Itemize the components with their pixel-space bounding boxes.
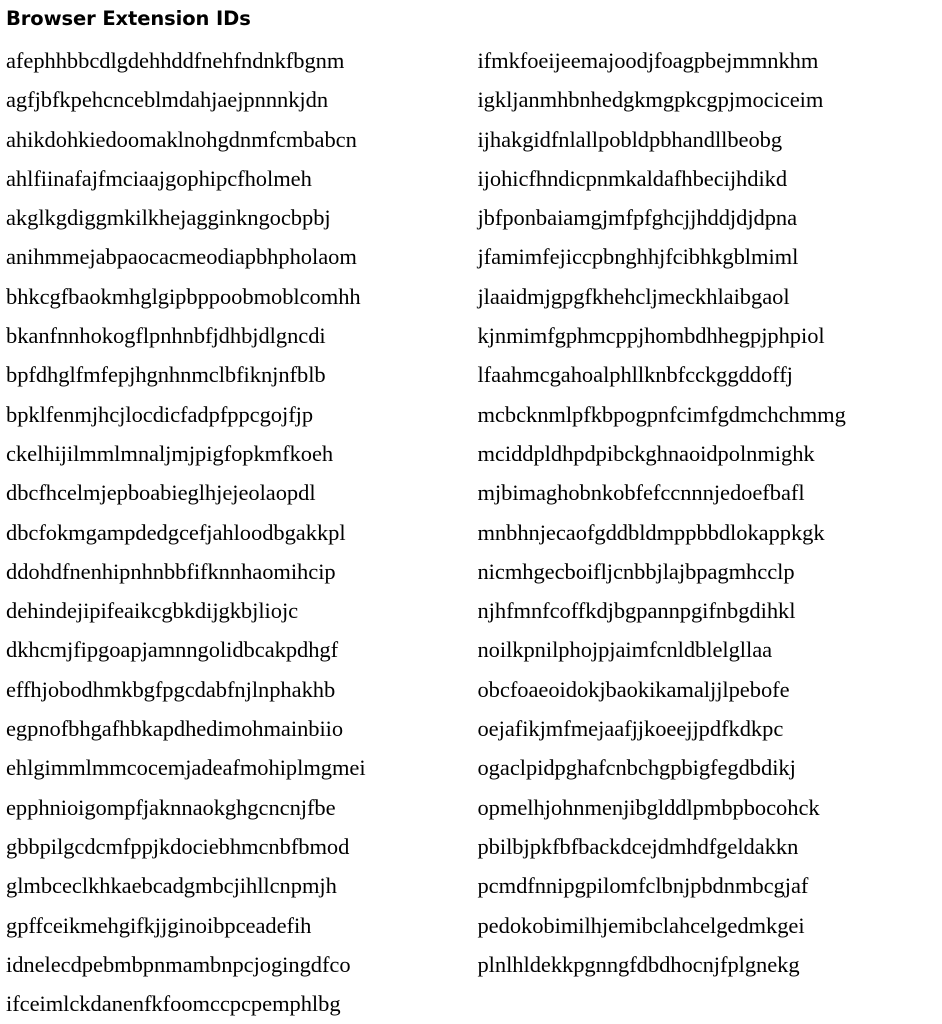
extension-id: opmelhjohnmenjibglddlpmbpbocohck — [477, 794, 820, 820]
extension-id: agfjbfkpehcnceblmdahjaejpnnnkjdn — [6, 87, 329, 113]
extension-id: obcfoaeoidokjbaokikamaljjlpebofe — [477, 676, 790, 702]
extension-id: nicmhgecboifljcnbbjlajbpagmhcclp — [477, 558, 795, 584]
extension-id: dbcfokmgampdedgcefjahloodbgakkpl — [6, 519, 346, 545]
extension-id: ogaclpidpghafcnbchgpbigfegdbdikj — [477, 755, 796, 781]
extension-id: afephhbbcdlgdehhddfnehfndnkfbgnm — [6, 48, 345, 73]
extension-id: igkljanmhbnhedgkmgpkcgpjmociceim — [477, 87, 824, 113]
extension-id: mjbimaghobnkobfefccnnnjedoefbafl — [477, 480, 805, 506]
extension-id: noilkpnilphojpjaimfcnldblelgllaa — [477, 637, 773, 663]
extension-id: epphnioigompfjaknnaokghgcncnjfbe — [6, 794, 336, 820]
extension-id: ahikdohkiedoomaklnohgdnmfcmbabcn — [6, 126, 357, 152]
extension-id: anihmmejabpaocacmeodiapbhpholaom — [6, 244, 357, 270]
extension-id: mcbcknmlpfkbpogpnfcimfgdmchchmmg — [477, 401, 846, 427]
extension-id: dehindejipifeaikcgbkdijgkbjliojc — [6, 598, 299, 624]
extension-id: pcmdfnnipgpilomfclbnjpbdnmbcgjaf — [477, 873, 809, 899]
extension-id: pedokobimilhjemibclahcelgedmkgei — [477, 912, 805, 938]
extension-id: dbcfhcelmjepboabieglhjejeolaopdl — [6, 480, 316, 506]
extension-id: ahlfiinafajfmciaajgophipcfholmeh — [6, 165, 312, 191]
extension-id: gpffceikmehgifkjjginoibpceadefih — [6, 912, 312, 938]
extension-id: bhkcgfbaokmhglgipbppoobmoblcomhh — [6, 283, 361, 309]
extension-id-column-left: afephhbbcdlgdehhddfnehfndnkfbgnm agfjbfkp… — [4, 41, 474, 1023]
extension-id: plnlhldekkpgnngfdbdhocnjfplgnekg — [477, 951, 800, 977]
extension-id: effhjobodhmkbgfpgcdabfnjlnphakhb — [6, 676, 336, 702]
extension-id: lfaahmcgahoalphllknbfcckggddoffj — [477, 362, 793, 388]
extension-id: bpfdhglfmfepjhgnhnmclbfiknjnfblb — [6, 362, 326, 388]
extension-id: glmbceclkhkaebcadgmbcjihllcnpmjh — [6, 873, 337, 899]
extension-id: dkhcmjfipgoapjamnngolidbcakpdhgf — [6, 637, 339, 663]
extension-id: mnbhnjecaofgddbldmppbbdlokappkgk — [477, 519, 825, 545]
extension-id: kjnmimfgphmcppjhombdhhegpjphpiol — [477, 323, 825, 349]
extension-id: ehlgimmlmmcocemjadeafmohiplmgmei — [6, 755, 366, 781]
page-title: Browser Extension IDs — [6, 7, 251, 30]
extension-id: jlaaidmjgpgfkhehcljmeckhlaibgaol — [477, 283, 790, 309]
extension-id: akglkgdiggmkilkhejagginkngocbpbj — [6, 205, 331, 231]
extension-id: egpnofbhgafhbkapdhedimohmainbiio — [6, 716, 344, 742]
extension-id: jbfponbaiamgjmfpfghcjjhddjdjdpna — [477, 205, 798, 231]
extension-id: bpklfenmjhcjlocdicfadpfppcgojfjp — [6, 401, 314, 427]
extension-id: ijohicfhndicpnmkaldafhbecijhdikd — [477, 165, 788, 191]
extension-id: ijhakgidfnlallpobldpbhandllbeobg — [477, 126, 783, 152]
extension-id: ddohdfnenhipnhnbbfifknnhaomihcip — [6, 558, 336, 584]
extension-id: oejafikjmfmejaafjjkoeejjpdfkdkpc — [477, 716, 784, 742]
extension-id: ifmkfoeijeemajoodjfoagpbejmmnkhm — [477, 48, 819, 73]
extension-id: njhfmnfcoffkdjbgpannpgifnbgdihkl — [477, 598, 796, 624]
extension-id-columns: afephhbbcdlgdehhddfnehfndnkfbgnm agfjbfkp… — [4, 41, 942, 1023]
extension-ids-page: Browser Extension IDs afephhbbcdlgdehhdd… — [0, 0, 942, 1024]
extension-id-column-right: ifmkfoeijeemajoodjfoagpbejmmnkhm igkljanm… — [474, 41, 942, 984]
extension-id: mciddpldhpdpibckghnaoidpolnmighk — [477, 440, 815, 466]
extension-id: bkanfnnhokogflpnhnbfjdhbjdlgncdi — [6, 323, 326, 349]
extension-id: ckelhijilmmlmnaljmjpigfopkmfkoeh — [6, 440, 334, 466]
extension-id: ifceimlckdanenfkfoomccpcpemphlbg — [6, 991, 341, 1017]
extension-id: jfamimfejiccpbnghhjfcibhkgblmiml — [477, 244, 799, 270]
extension-id: gbbpilgcdcmfppjkdociebhmcnbfbmod — [6, 833, 350, 859]
extension-id: pbilbjpkfbfbackdcejdmhdfgeldakkn — [477, 833, 799, 859]
extension-id: idnelecdpebmbpnmambnpcjogingdfco — [6, 951, 351, 977]
